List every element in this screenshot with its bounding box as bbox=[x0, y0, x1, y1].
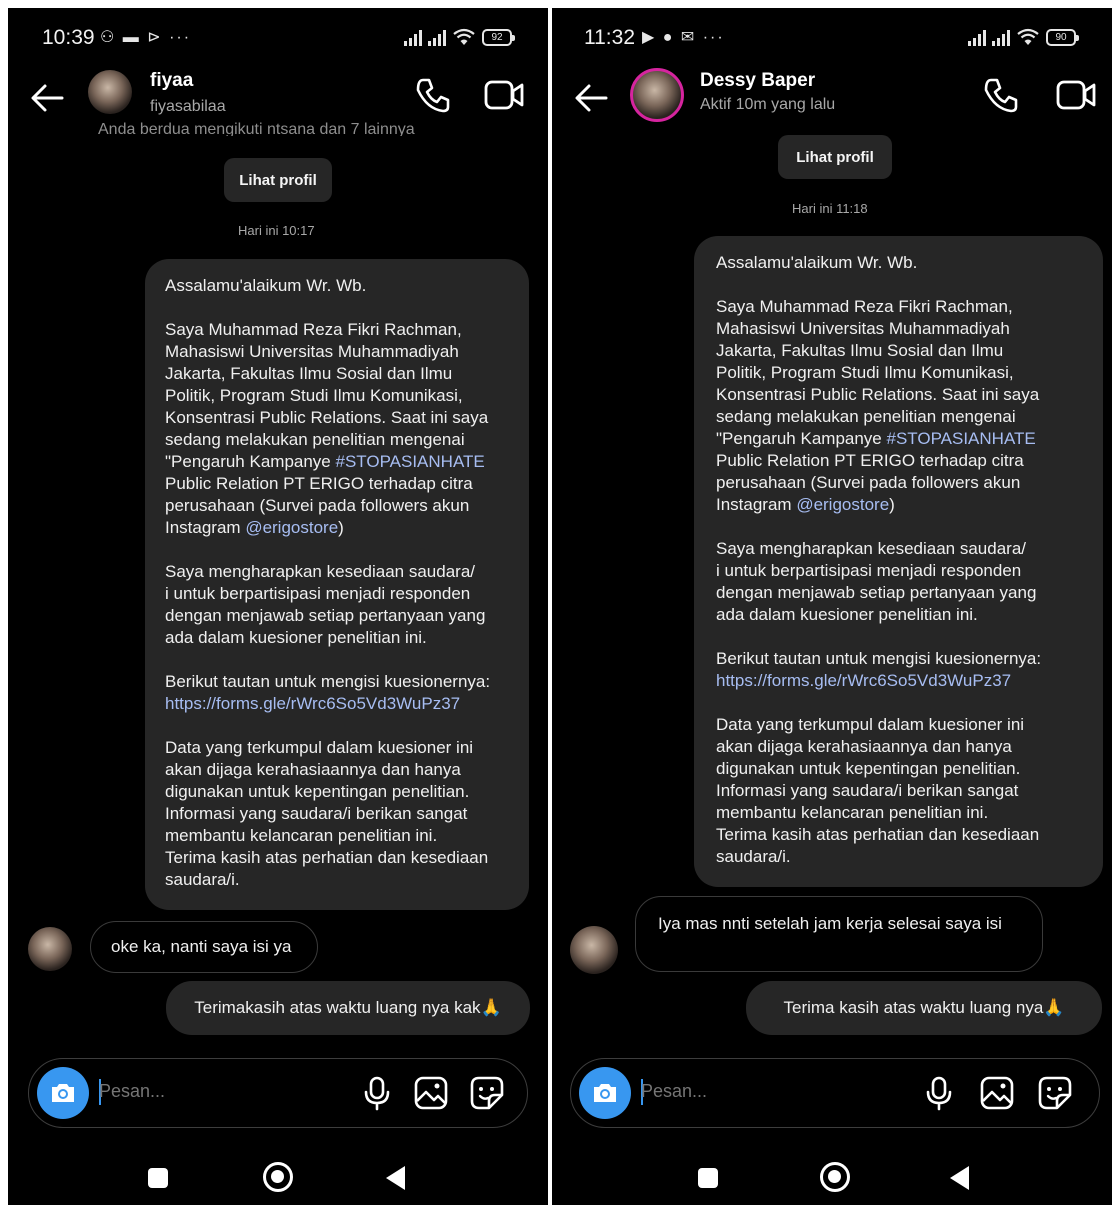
message-paragraph: Saya Muhammad Reza Fikri Rachman, Mahasi… bbox=[165, 319, 509, 539]
phone-icon[interactable] bbox=[982, 76, 1020, 114]
outgoing-message[interactable]: Terima kasih atas waktu luang nya🙏 bbox=[746, 981, 1102, 1035]
message-paragraph: Berikut tautan untuk mengisi kuesionerny… bbox=[716, 648, 1081, 692]
message-text: Saya Muhammad Reza Fikri Rachman, Mahasi… bbox=[165, 320, 489, 471]
message-paragraph: Assalamu'alaikum Wr. Wb. bbox=[165, 276, 367, 295]
outgoing-message[interactable]: Assalamu'alaikum Wr. Wb. Saya Muhammad R… bbox=[145, 259, 529, 910]
hashtag-link[interactable]: #STOPASIANHATE bbox=[335, 452, 484, 471]
recents-button[interactable] bbox=[148, 1168, 168, 1188]
gallery-icon[interactable] bbox=[413, 1075, 449, 1111]
contact-username: fiyasabilaa bbox=[150, 98, 226, 115]
form-url-link[interactable]: https://forms.gle/rWrc6So5Vd3WuPz37 bbox=[716, 671, 1011, 690]
status-indicators: 90 bbox=[968, 28, 1079, 46]
message-text: Berikut tautan untuk mengisi kuesionerny… bbox=[165, 672, 491, 691]
arrow-left-icon[interactable] bbox=[572, 78, 612, 118]
outgoing-message[interactable]: Terimakasih atas waktu luang nya kak🙏 bbox=[166, 981, 530, 1035]
android-nav-bar bbox=[8, 1160, 548, 1200]
camera-button[interactable] bbox=[579, 1067, 631, 1119]
message-text: ) bbox=[889, 495, 895, 514]
microphone-icon[interactable] bbox=[359, 1075, 395, 1111]
avatar[interactable] bbox=[28, 927, 72, 971]
wifi-icon bbox=[1017, 28, 1039, 45]
avatar[interactable] bbox=[88, 70, 132, 114]
message-text: ) bbox=[338, 518, 344, 537]
status-bar: 11:32 ▶ ● ✉ ··· 90 bbox=[552, 26, 1112, 54]
avatar[interactable] bbox=[570, 926, 618, 974]
phone-icon[interactable] bbox=[414, 76, 452, 114]
arrow-left-icon[interactable] bbox=[28, 78, 68, 118]
form-url-link[interactable]: https://forms.gle/rWrc6So5Vd3WuPz37 bbox=[165, 694, 460, 713]
message-paragraph: Saya mengharapkan kesediaan saudara/ i u… bbox=[165, 562, 486, 647]
contact-name[interactable]: fiyaa bbox=[150, 70, 193, 92]
status-time: 10:39 bbox=[42, 26, 95, 49]
message-composer bbox=[28, 1058, 528, 1128]
status-bar: 10:39 ⚇ ▬ ⊳ ··· 92 bbox=[8, 26, 548, 54]
message-paragraph: Saya mengharapkan kesediaan saudara/ i u… bbox=[716, 539, 1037, 624]
camera-icon bbox=[52, 1084, 74, 1102]
camera-icon bbox=[594, 1084, 616, 1102]
back-button[interactable] bbox=[386, 1166, 405, 1190]
notification-icons: ⚇ ▬ ⊳ ··· bbox=[100, 29, 192, 46]
outgoing-message[interactable]: Assalamu'alaikum Wr. Wb. Saya Muhammad R… bbox=[694, 236, 1103, 887]
mention-link[interactable]: @erigostore bbox=[245, 518, 338, 537]
view-profile-button[interactable]: Lihat profil bbox=[778, 135, 892, 179]
message-paragraph: Data yang terkumpul dalam kuesioner ini … bbox=[716, 715, 1040, 866]
home-button[interactable] bbox=[263, 1162, 293, 1192]
android-nav-bar bbox=[552, 1160, 1112, 1200]
view-profile-button[interactable]: Lihat profil bbox=[224, 158, 332, 202]
message-text: Berikut tautan untuk mengisi kuesionerny… bbox=[716, 649, 1042, 668]
microphone-icon[interactable] bbox=[921, 1075, 957, 1111]
battery-icon: 92 bbox=[482, 28, 515, 46]
home-button[interactable] bbox=[820, 1162, 850, 1192]
chat-header: Dessy Baper Aktif 10m yang lalu bbox=[552, 68, 1112, 138]
back-button[interactable] bbox=[950, 1166, 969, 1190]
message-timestamp: Hari ini 11:18 bbox=[792, 201, 868, 216]
signal-icon bbox=[404, 28, 422, 46]
status-indicators: 92 bbox=[404, 28, 515, 46]
mutual-followers-text: Anda berdua mengikuti ntsana dan 7 lainn… bbox=[98, 122, 415, 136]
contact-activity-status: Aktif 10m yang lalu bbox=[700, 96, 836, 113]
incoming-message[interactable]: oke ka, nanti saya isi ya bbox=[90, 921, 318, 973]
recents-button[interactable] bbox=[698, 1168, 718, 1188]
avatar[interactable] bbox=[630, 68, 684, 122]
signal-icon bbox=[968, 28, 986, 46]
message-paragraph: Berikut tautan untuk mengisi kuesionerny… bbox=[165, 671, 509, 715]
sticker-icon[interactable] bbox=[469, 1075, 505, 1111]
signal-icon bbox=[992, 28, 1010, 46]
wifi-icon bbox=[453, 28, 475, 45]
video-camera-icon[interactable] bbox=[484, 78, 524, 112]
message-paragraph: Data yang terkumpul dalam kuesioner ini … bbox=[165, 738, 489, 889]
chat-screen-fiyaa: 10:39 ⚇ ▬ ⊳ ··· 92 fiyaa fiyasabilaa And… bbox=[8, 8, 548, 1205]
contact-name[interactable]: Dessy Baper bbox=[700, 70, 815, 92]
message-timestamp: Hari ini 10:17 bbox=[238, 223, 315, 238]
message-text: Saya Muhammad Reza Fikri Rachman, Mahasi… bbox=[716, 297, 1040, 448]
message-composer bbox=[570, 1058, 1100, 1128]
notification-icons: ▶ ● ✉ ··· bbox=[642, 29, 725, 46]
hashtag-link[interactable]: #STOPASIANHATE bbox=[886, 429, 1035, 448]
camera-button[interactable] bbox=[37, 1067, 89, 1119]
message-input[interactable] bbox=[99, 1081, 279, 1102]
message-paragraph: Saya Muhammad Reza Fikri Rachman, Mahasi… bbox=[716, 296, 1081, 516]
gallery-icon[interactable] bbox=[979, 1075, 1015, 1111]
incoming-message[interactable]: Iya mas nnti setelah jam kerja selesai s… bbox=[635, 896, 1043, 972]
chat-screen-dessy-baper: 11:32 ▶ ● ✉ ··· 90 Dessy Baper Aktif 10m… bbox=[552, 8, 1112, 1205]
message-paragraph: Assalamu'alaikum Wr. Wb. bbox=[716, 253, 918, 272]
mention-link[interactable]: @erigostore bbox=[796, 495, 889, 514]
message-input[interactable] bbox=[641, 1081, 821, 1102]
sticker-icon[interactable] bbox=[1037, 1075, 1073, 1111]
battery-icon: 90 bbox=[1046, 28, 1079, 46]
status-time: 11:32 bbox=[584, 26, 635, 49]
video-camera-icon[interactable] bbox=[1056, 78, 1096, 112]
signal-icon bbox=[428, 28, 446, 46]
